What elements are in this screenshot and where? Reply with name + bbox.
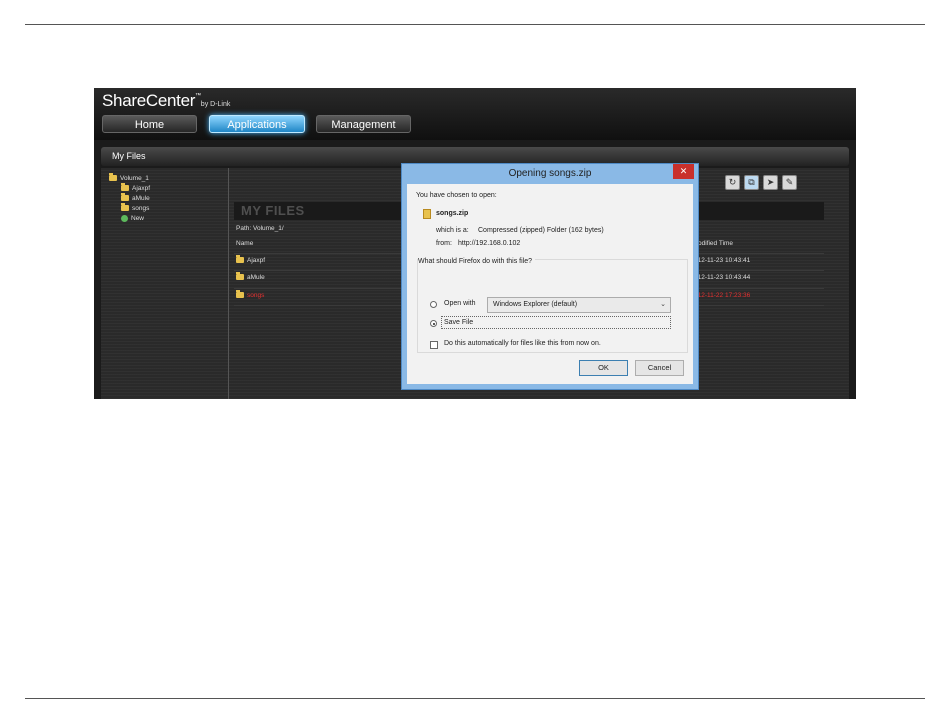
download-dialog: Opening songs.zip ✕ You have chosen to o…: [401, 163, 699, 390]
open-with-radio[interactable]: [430, 301, 437, 308]
folder-icon: [121, 203, 129, 212]
focus-ring: [441, 316, 671, 329]
chosen-label: You have chosen to open:: [416, 192, 497, 199]
panel-title: My Files: [112, 151, 146, 161]
file-row-name[interactable]: Ajaxpf: [236, 255, 265, 264]
ok-button[interactable]: OK: [579, 360, 628, 376]
file-row-time: 012-11-23 10:43:44: [694, 274, 751, 281]
tree-divider: [228, 168, 229, 399]
file-row-time-selected: 012-11-22 17:23:36: [694, 292, 751, 299]
file-type-label: which is a:: [436, 227, 469, 234]
zip-file-icon: [423, 209, 431, 219]
dialog-body: You have chosen to open: songs.zip which…: [407, 184, 693, 384]
new-folder-icon: [121, 214, 128, 222]
file-source-label: from:: [436, 240, 452, 247]
question-label: What should Firefox do with this file?: [418, 258, 535, 265]
file-row-name-selected[interactable]: songs: [236, 290, 264, 299]
column-name-header[interactable]: Name: [236, 240, 253, 247]
tree-item-new[interactable]: New: [121, 214, 144, 223]
file-row-name[interactable]: aMule: [236, 272, 265, 281]
open-with-select[interactable]: Windows Explorer (default) ⌄: [487, 297, 671, 313]
tree-item-ajaxpf[interactable]: Ajaxpf: [121, 183, 150, 193]
cancel-button[interactable]: Cancel: [635, 360, 684, 376]
close-icon[interactable]: ✕: [673, 164, 694, 179]
header-bar: ShareCenter™by D-Link Home Applications …: [94, 88, 856, 140]
bottom-rule: [25, 698, 925, 699]
auto-label[interactable]: Do this automatically for files like thi…: [444, 340, 601, 347]
folder-icon: [236, 290, 244, 299]
file-type-value: Compressed (zipped) Folder (162 bytes): [478, 227, 604, 234]
folder-icon: [121, 183, 129, 192]
brand-logo: ShareCenter™by D-Link: [102, 91, 231, 110]
tag-icon[interactable]: ✎: [782, 175, 797, 190]
my-files-heading: MY FILES: [241, 203, 305, 218]
tree-item-amule[interactable]: aMule: [121, 193, 150, 203]
open-with-label[interactable]: Open with: [444, 300, 476, 307]
file-row-time: 012-11-23 10:43:41: [694, 257, 751, 264]
folder-icon: [236, 255, 244, 264]
path-label: Path: Volume_1/: [236, 225, 284, 232]
top-rule: [25, 24, 925, 25]
save-file-label[interactable]: Save File: [444, 319, 473, 326]
nav-management-button[interactable]: Management: [316, 115, 411, 133]
nav-applications-button[interactable]: Applications: [209, 115, 305, 133]
auto-checkbox[interactable]: [430, 341, 438, 349]
file-name: songs.zip: [436, 210, 469, 217]
tree-root[interactable]: Volume_1: [109, 173, 149, 183]
move-icon[interactable]: ➤: [763, 175, 778, 190]
folder-icon: [109, 173, 117, 182]
chevron-down-icon: ⌄: [660, 301, 666, 308]
tree-item-songs[interactable]: songs: [121, 203, 149, 213]
copy-icon[interactable]: ⧉: [744, 175, 759, 190]
refresh-icon[interactable]: ↻: [725, 175, 740, 190]
nav-home-button[interactable]: Home: [102, 115, 197, 133]
save-file-radio[interactable]: [430, 320, 437, 327]
column-modified-header[interactable]: odified Time: [698, 240, 733, 247]
folder-icon: [236, 272, 244, 281]
folder-icon: [121, 193, 129, 202]
dialog-title: Opening songs.zip: [508, 168, 592, 179]
file-source-value: http://192.168.0.102: [458, 240, 521, 247]
